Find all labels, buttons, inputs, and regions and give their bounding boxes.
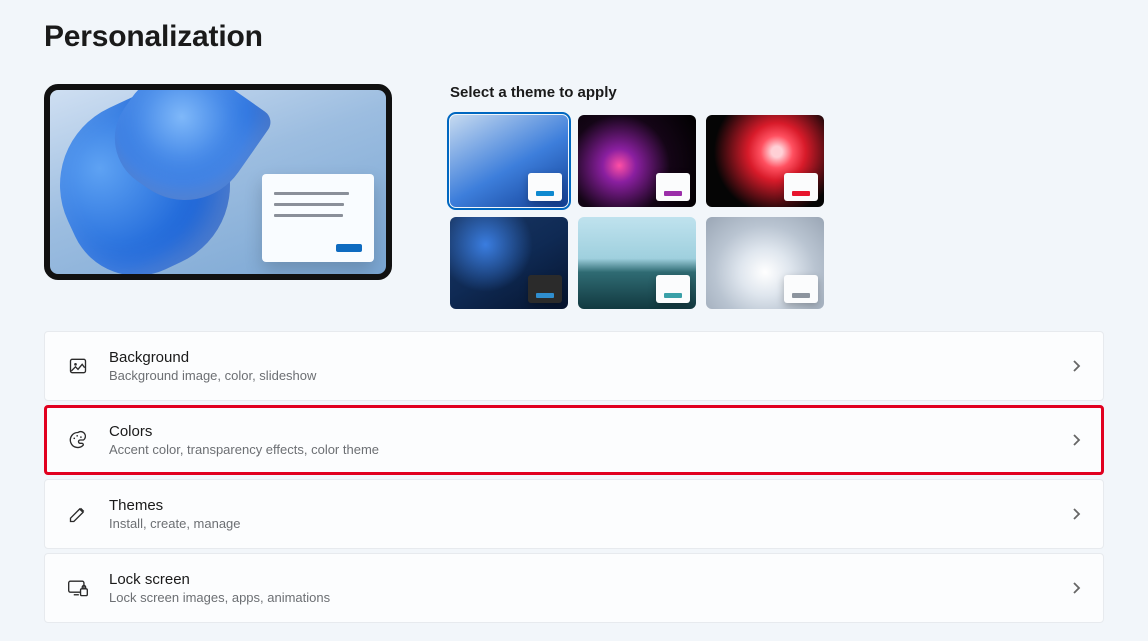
theme-tile-windows-dark[interactable] xyxy=(450,217,568,309)
theme-mini-window xyxy=(528,173,562,201)
chevron-right-icon xyxy=(1071,359,1081,373)
theme-mini-window xyxy=(784,275,818,303)
theme-tile-dark-red[interactable] xyxy=(706,115,824,207)
theme-accent-swatch xyxy=(536,191,554,196)
theme-grid xyxy=(450,115,1104,309)
row-title: Background xyxy=(109,349,1071,366)
preview-accent xyxy=(336,244,362,252)
row-subtitle: Accent color, transparency effects, colo… xyxy=(109,442,1071,457)
theme-tile-horizon[interactable] xyxy=(578,217,696,309)
theme-mini-window xyxy=(784,173,818,201)
chevron-right-icon xyxy=(1071,433,1081,447)
themes-icon xyxy=(67,503,89,525)
settings-row-themes[interactable]: Themes Install, create, manage xyxy=(44,479,1104,549)
row-title: Colors xyxy=(109,423,1071,440)
settings-row-background[interactable]: Background Background image, color, slide… xyxy=(44,331,1104,401)
page-title: Personalization xyxy=(44,20,1104,54)
theme-mini-window xyxy=(656,173,690,201)
theme-accent-swatch xyxy=(536,293,554,298)
row-title: Lock screen xyxy=(109,571,1071,588)
theme-mini-window xyxy=(528,275,562,303)
bloom-decor xyxy=(44,84,270,280)
desktop-preview xyxy=(44,84,392,280)
theme-accent-swatch xyxy=(792,191,810,196)
theme-accent-swatch xyxy=(664,191,682,196)
row-subtitle: Lock screen images, apps, animations xyxy=(109,590,1071,605)
lockscreen-icon xyxy=(67,577,89,599)
row-subtitle: Install, create, manage xyxy=(109,516,1071,531)
colors-icon xyxy=(67,429,89,451)
theme-tile-windows-light[interactable] xyxy=(450,115,568,207)
chevron-right-icon xyxy=(1071,507,1081,521)
settings-row-lockscreen[interactable]: Lock screen Lock screen images, apps, ani… xyxy=(44,553,1104,623)
themes-heading: Select a theme to apply xyxy=(450,84,1104,101)
theme-accent-swatch xyxy=(792,293,810,298)
row-title: Themes xyxy=(109,497,1071,514)
theme-tile-gray-swirl[interactable] xyxy=(706,217,824,309)
row-subtitle: Background image, color, slideshow xyxy=(109,368,1071,383)
theme-mini-window xyxy=(656,275,690,303)
header-row: Select a theme to apply xyxy=(44,84,1104,309)
settings-row-colors[interactable]: Colors Accent color, transparency effects… xyxy=(44,405,1104,475)
settings-list: Background Background image, color, slide… xyxy=(44,331,1104,623)
background-icon xyxy=(67,355,89,377)
themes-block: Select a theme to apply xyxy=(450,84,1104,309)
theme-accent-swatch xyxy=(664,293,682,298)
theme-tile-dark-purple[interactable] xyxy=(578,115,696,207)
chevron-right-icon xyxy=(1071,581,1081,595)
preview-window xyxy=(262,174,374,262)
